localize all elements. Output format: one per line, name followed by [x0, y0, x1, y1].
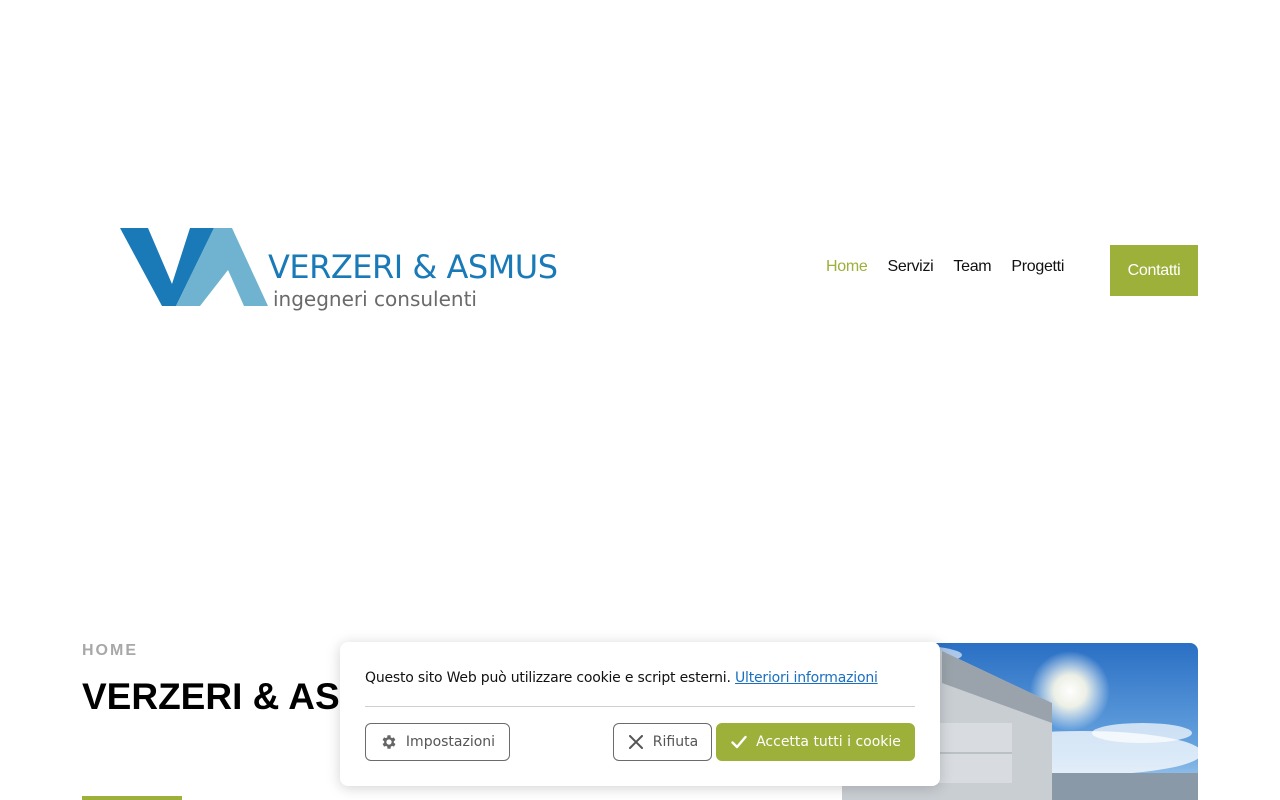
cookie-divider [365, 706, 915, 707]
main-nav: Home Servizi Team Progetti [826, 258, 1084, 276]
nav-item-progetti[interactable]: Progetti [1011, 258, 1064, 276]
cookie-text: Questo sito Web può utilizzare cookie e … [365, 670, 731, 686]
brand-tagline: ingegneri consulenti [273, 287, 477, 311]
close-icon [627, 733, 645, 751]
nav-item-home[interactable]: Home [826, 258, 868, 276]
cookie-accept-label: Accetta tutti i cookie [756, 734, 901, 750]
cookie-reject-button[interactable]: Rifiuta [613, 723, 712, 761]
nav-item-team[interactable]: Team [953, 258, 991, 276]
cookie-accept-all-button[interactable]: Accetta tutti i cookie [716, 723, 915, 761]
nav-item-servizi[interactable]: Servizi [887, 258, 933, 276]
cookie-message: Questo sito Web può utilizzare cookie e … [365, 670, 878, 686]
title-underline [82, 796, 182, 800]
check-icon [730, 733, 748, 751]
breadcrumb: HOME [82, 642, 138, 659]
cookie-banner: Questo sito Web può utilizzare cookie e … [340, 642, 940, 786]
gear-icon [380, 733, 398, 751]
site-logo[interactable]: VERZERI & ASMUS ingegneri consulenti [120, 226, 558, 314]
contact-button[interactable]: Contatti [1110, 245, 1198, 296]
logo-mark-icon [120, 228, 268, 306]
cookie-settings-label: Impostazioni [405, 734, 496, 750]
cookie-settings-button[interactable]: Impostazioni [365, 723, 510, 761]
brand-name: VERZERI & ASMUS [268, 248, 558, 286]
cookie-more-info-link[interactable]: Ulteriori informazioni [735, 670, 878, 686]
cookie-reject-label: Rifiuta [652, 734, 699, 750]
